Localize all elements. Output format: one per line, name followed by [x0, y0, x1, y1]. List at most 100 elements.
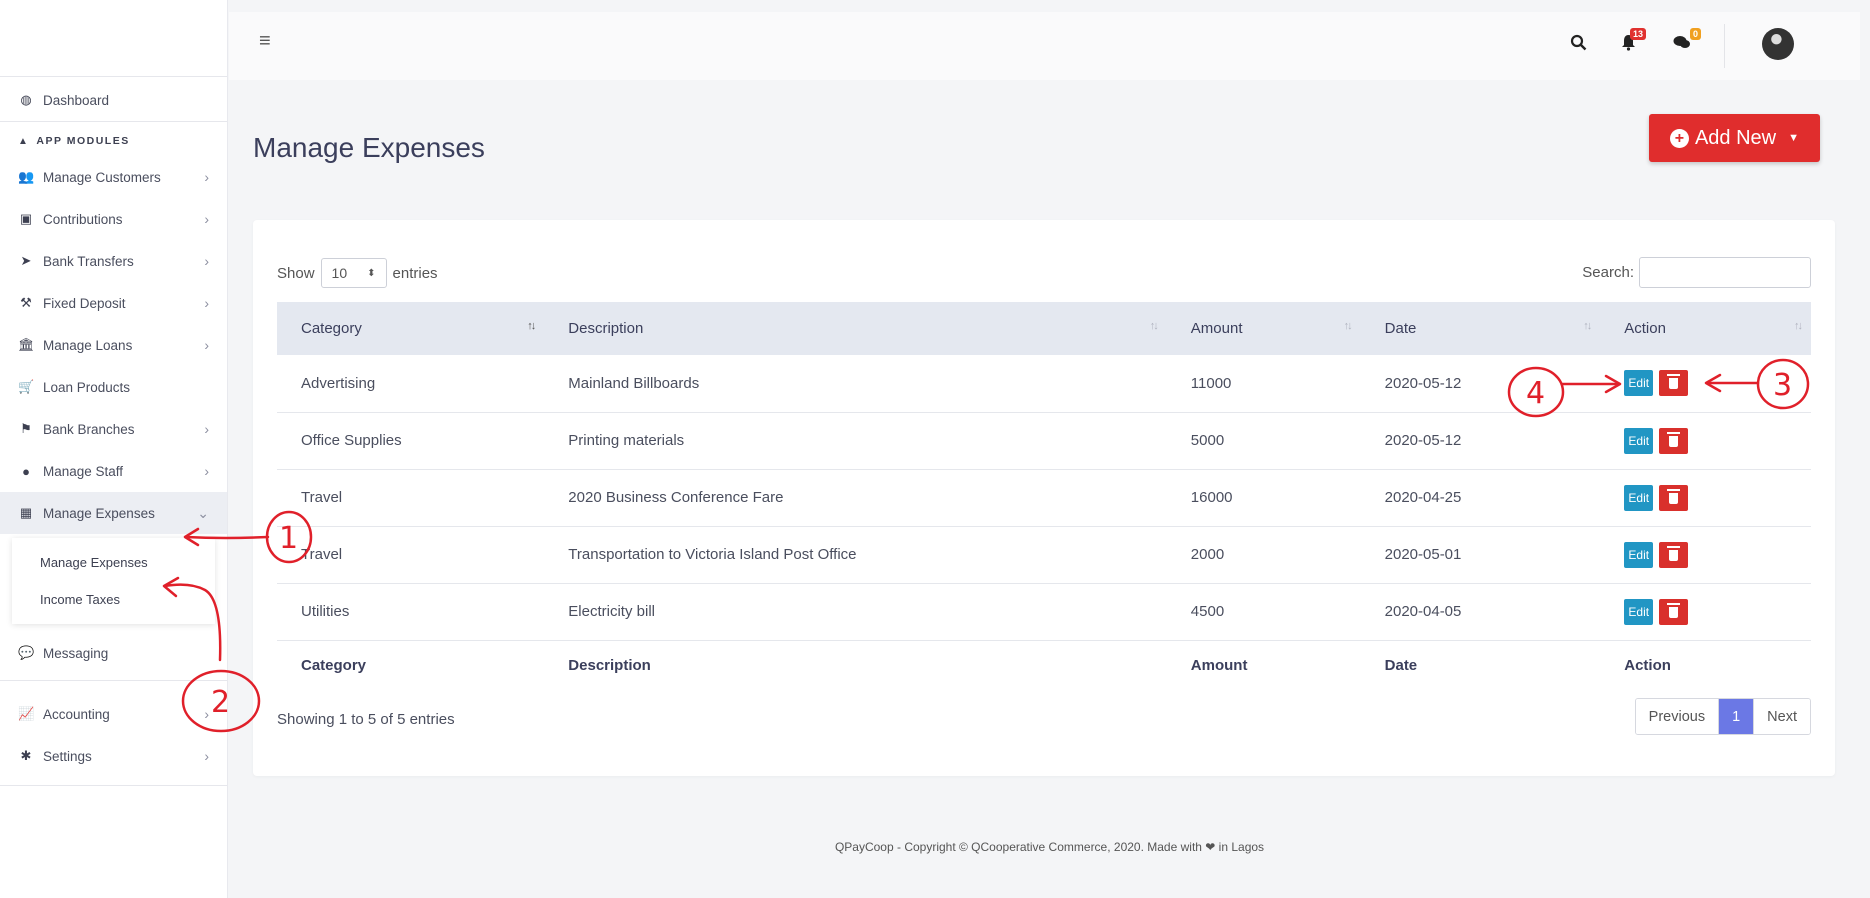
- edit-button[interactable]: Edit: [1624, 427, 1654, 454]
- gavel-icon: ⚒: [20, 295, 32, 310]
- cell-date: 2020-05-12: [1384, 432, 1462, 449]
- section-header-label: APP MODULES: [36, 135, 130, 147]
- sidebar-item-fixed-deposit[interactable]: ⚒ Fixed Deposit ›: [0, 282, 227, 324]
- edit-button[interactable]: Edit: [1624, 370, 1654, 397]
- select-arrows-icon: ⬍: [367, 267, 376, 279]
- entries-label: entries: [392, 264, 438, 282]
- sidebar-item-contributions[interactable]: ▣ Contributions ›: [0, 198, 227, 240]
- edit-button[interactable]: Edit: [1624, 541, 1654, 568]
- gear-icon: ✱: [20, 748, 32, 763]
- next-page-button[interactable]: Next: [1754, 699, 1810, 734]
- sort-icon: ↑↓: [1149, 320, 1159, 332]
- sidebar-item-label: Bank Transfers: [43, 253, 134, 269]
- money-icon: ▣: [19, 211, 33, 226]
- search-label: Search:: [1582, 264, 1634, 281]
- sidebar-item-dashboard[interactable]: ◍ Dashboard: [0, 79, 227, 121]
- sidebar-logo-area: [0, 0, 227, 77]
- cell-action: Edit: [1600, 583, 1811, 640]
- sort-icon: ↑↓: [1794, 320, 1803, 332]
- delete-button[interactable]: [1659, 370, 1689, 397]
- search-input[interactable]: [1639, 257, 1811, 288]
- edit-button[interactable]: Edit: [1624, 484, 1654, 511]
- add-new-label: Add New: [1694, 126, 1777, 149]
- sidebar-item-bank-branches[interactable]: ⚑ Bank Branches ›: [0, 408, 227, 450]
- delete-button[interactable]: [1659, 427, 1689, 454]
- header-label: Description: [568, 320, 644, 337]
- cell-date: 2020-05-12: [1384, 374, 1462, 392]
- page-1-button[interactable]: 1: [1718, 699, 1755, 734]
- column-header-category[interactable]: Category ↑↓: [277, 302, 544, 355]
- trash-icon: [1667, 602, 1681, 618]
- sidebar-item-label: Contributions: [43, 211, 123, 227]
- previous-page-button[interactable]: Previous: [1635, 699, 1719, 734]
- sidebar-item-label: Manage Loans: [43, 337, 133, 353]
- calculator-icon: ▦: [19, 505, 33, 520]
- sidebar-item-manage-expenses[interactable]: ▦ Manage Expenses ⌄: [0, 492, 227, 534]
- sidebar-item-label: Fixed Deposit: [43, 295, 126, 311]
- table-row: Office Supplies Printing materials 5000 …: [277, 412, 1811, 469]
- sidebar-item-manage-loans[interactable]: 🏛 Manage Loans ›: [0, 324, 227, 366]
- caret-down-icon: ▼: [1788, 132, 1800, 144]
- sidebar-item-label: Manage Expenses: [43, 505, 155, 521]
- sidebar-item-loan-products[interactable]: 🛒 Loan Products: [0, 366, 227, 408]
- users-icon: 👥: [18, 169, 35, 184]
- chevron-right-icon: ›: [204, 295, 209, 311]
- bank-icon: 🏛: [18, 337, 35, 352]
- submenu-item-manage-expenses[interactable]: Manage Expenses: [12, 544, 215, 581]
- sort-asc-icon: ↑↓: [527, 320, 536, 332]
- table-footer-row: Category Description Amount Date Action: [277, 640, 1811, 690]
- table-header-row: Category ↑↓ Description ↑↓ Amount ↑↓ Date ↑↓…: [277, 302, 1811, 355]
- cell-action: Edit: [1600, 526, 1811, 583]
- page-footer: QPayCoop - Copyright © QCooperative Comm…: [834, 840, 1265, 854]
- user-avatar[interactable]: [1762, 28, 1794, 60]
- sidebar-item-bank-transfers[interactable]: ➤ Bank Transfers ›: [0, 240, 227, 282]
- column-header-amount[interactable]: Amount ↑↓: [1167, 302, 1361, 355]
- sidebar-item-messaging[interactable]: 💬 Messaging: [0, 632, 227, 674]
- chevron-right-icon: ›: [204, 337, 209, 353]
- table-info: Showing 1 to 5 of 5 entries: [277, 711, 455, 728]
- cell-action: Edit: [1600, 412, 1811, 469]
- app-modules-header: ▲ APP MODULES: [0, 126, 227, 156]
- hamburger-menu-icon[interactable]: ≡: [259, 30, 271, 53]
- chevron-down-icon: ⌄: [197, 504, 209, 521]
- column-header-description[interactable]: Description ↑↓: [544, 302, 1167, 355]
- expenses-submenu: Manage Expenses Income Taxes: [12, 538, 215, 624]
- chevron-right-icon: ›: [204, 253, 209, 269]
- entries-select-value: 10: [331, 265, 348, 281]
- submenu-item-income-taxes[interactable]: Income Taxes: [12, 581, 215, 618]
- notifications-bell-icon[interactable]: 13: [1621, 28, 1646, 56]
- delete-button[interactable]: [1659, 598, 1689, 625]
- cell-category: Advertising: [301, 374, 376, 392]
- user-icon: ●: [22, 463, 30, 479]
- column-header-action[interactable]: Action ↑↓: [1600, 302, 1811, 355]
- delete-button[interactable]: [1659, 541, 1689, 568]
- table-search: Search:: [1582, 257, 1811, 288]
- footer-description: Description: [568, 656, 651, 674]
- entries-select[interactable]: 10 ⬍: [320, 258, 387, 288]
- divider: [0, 121, 227, 122]
- table-row: Advertising Mainland Billboards 11000 20…: [277, 355, 1811, 412]
- sidebar-item-settings[interactable]: ✱ Settings ›: [0, 735, 227, 777]
- cell-action: Edit: [1600, 355, 1811, 412]
- sidebar-item-label: Manage Staff: [43, 463, 124, 479]
- cell-amount: 5000: [1190, 432, 1225, 449]
- sidebar-item-manage-staff[interactable]: ● Manage Staff ›: [0, 450, 227, 492]
- table-row: Utilities Electricity bill 4500 2020-04-…: [277, 583, 1811, 640]
- chevron-right-icon: ›: [204, 748, 209, 764]
- search-icon[interactable]: [1570, 34, 1587, 56]
- add-new-button[interactable]: + Add New ▼: [1649, 114, 1820, 162]
- messages-badge: 0: [1689, 28, 1701, 40]
- notifications-badge: 13: [1629, 28, 1646, 40]
- messages-icon[interactable]: 0: [1673, 28, 1701, 55]
- delete-button[interactable]: [1659, 484, 1689, 511]
- cell-category: Office Supplies: [301, 432, 402, 449]
- header-label: Amount: [1190, 320, 1243, 337]
- cell-amount: 11000: [1190, 374, 1232, 392]
- sidebar-item-label: Manage Customers: [43, 169, 161, 185]
- header-label: Date: [1384, 320, 1417, 337]
- column-header-date[interactable]: Date ↑↓: [1361, 302, 1601, 355]
- edit-button[interactable]: Edit: [1624, 598, 1654, 625]
- sidebar-item-manage-customers[interactable]: 👥 Manage Customers ›: [0, 156, 227, 198]
- sidebar-item-label: Bank Branches: [43, 421, 135, 437]
- sidebar-item-accounting[interactable]: 📈 Accounting ›: [0, 693, 227, 735]
